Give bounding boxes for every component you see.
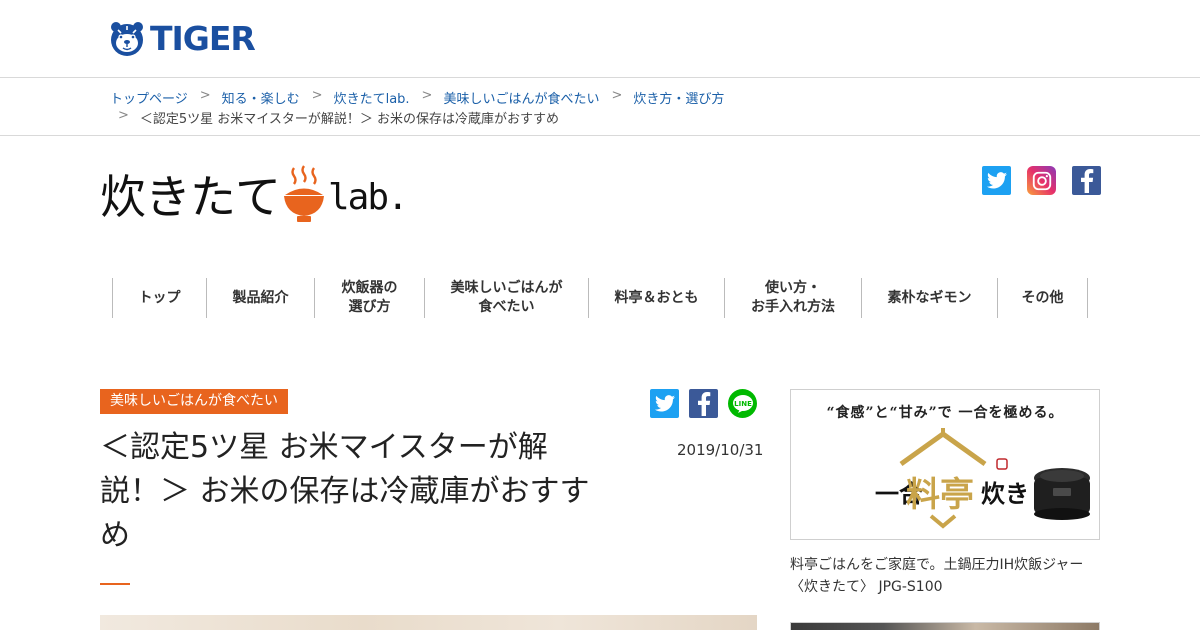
instagram-icon[interactable] <box>1027 166 1056 195</box>
breadcrumb-separator: > <box>311 88 323 103</box>
breadcrumb: トップページ > 知る・楽しむ > 炊きたてlab. > 美味しいごはんが食べた… <box>0 79 1200 136</box>
social-links <box>982 166 1101 195</box>
ad-caption[interactable]: 料亭ごはんをご家庭で。土鍋圧力IH炊飯ジャー〈炊きたて〉 JPG-S100 <box>790 554 1100 598</box>
nav-item-ryotei[interactable]: 料亭＆おとも <box>588 278 724 318</box>
rice-cooker-image <box>1034 468 1090 520</box>
article-hero-image <box>100 615 757 630</box>
breadcrumb-link-lab[interactable]: 炊きたてlab. <box>334 88 410 107</box>
share-line-icon[interactable]: LINE <box>728 389 757 418</box>
nav-item-products[interactable]: 製品紹介 <box>206 278 314 318</box>
twitter-icon[interactable] <box>982 166 1011 195</box>
nav-item-other[interactable]: その他 <box>997 278 1088 318</box>
share-buttons: LINE <box>650 389 757 418</box>
lab-logo-title: 炊きたて <box>100 170 281 224</box>
svg-text:LINE: LINE <box>734 400 752 408</box>
svg-text:料亭: 料亭 <box>906 475 974 515</box>
nav-item-delicious-rice[interactable]: 美味しいごはんが 食べたい <box>424 278 588 318</box>
article-date: 2019/10/31 <box>677 441 764 459</box>
share-twitter-icon[interactable] <box>650 389 679 418</box>
sidebar-second-banner[interactable] <box>790 622 1100 630</box>
sidebar-ad-banner[interactable]: “食感”と“甘み”で 一合を極める。 一合 料亭 炊き <box>790 389 1100 540</box>
breadcrumb-separator: > <box>421 88 433 103</box>
share-facebook-icon[interactable] <box>689 389 718 418</box>
nav-item-questions[interactable]: 素朴なギモン <box>861 278 997 318</box>
main-nav: トップ 製品紹介 炊飯器の 選び方 美味しいごはんが 食べたい 料亭＆おとも 使… <box>112 278 1088 318</box>
ad-tagline: “食感”と“甘み”で 一合を極める。 <box>826 405 1064 421</box>
lab-logo[interactable]: 炊きたて lab. <box>100 160 409 226</box>
breadcrumb-link-top[interactable]: トップページ <box>110 88 188 107</box>
breadcrumb-link-category[interactable]: 美味しいごはんが食べたい <box>443 88 599 107</box>
tiger-face-icon <box>111 22 143 56</box>
category-tag[interactable]: 美味しいごはんが食べたい <box>100 389 288 414</box>
ryotei-logo-icon: 一合 料亭 炊き <box>875 428 1090 529</box>
lab-logo-suffix: lab. <box>328 177 409 218</box>
breadcrumb-link-subcategory[interactable]: 炊き方・選び方 <box>633 88 724 107</box>
breadcrumb-link-learn[interactable]: 知る・楽しむ <box>222 88 300 107</box>
breadcrumb-current: ＜認定5ツ星 お米マイスターが解説！＞ お米の保存は冷蔵庫がおすすめ <box>139 112 560 127</box>
nav-item-usage-care[interactable]: 使い方・ お手入れ方法 <box>724 278 861 318</box>
nav-item-top[interactable]: トップ <box>112 278 206 318</box>
breadcrumb-separator: > <box>118 108 129 123</box>
facebook-icon[interactable] <box>1072 166 1101 195</box>
title-underline <box>100 583 130 585</box>
tiger-logo[interactable]: TIGER <box>108 19 256 58</box>
site-header: TIGER <box>0 0 1200 78</box>
svg-text:炊き: 炊き <box>981 479 1029 508</box>
nav-item-how-to-choose[interactable]: 炊飯器の 選び方 <box>314 278 424 318</box>
breadcrumb-separator: > <box>611 88 623 103</box>
rice-bowl-icon <box>284 165 324 222</box>
breadcrumb-separator: > <box>199 88 211 103</box>
brand-wordmark: TIGER <box>150 19 256 58</box>
article-title: ＜認定5ツ星 お米マイスターが解説！＞ お米の保存は冷蔵庫がおすすめ <box>100 430 590 553</box>
